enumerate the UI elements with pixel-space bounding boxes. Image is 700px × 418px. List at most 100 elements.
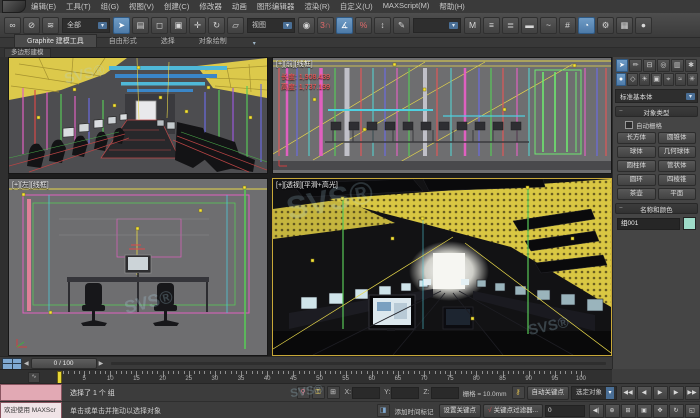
selection-filter-dropdown[interactable]: 全部▾: [62, 18, 110, 33]
tab-graphite-modeling[interactable]: Graphite 建模工具: [14, 34, 97, 47]
modify-tab-icon[interactable]: ✏: [629, 59, 642, 72]
tab-object-paint[interactable]: 对象绘制: [187, 35, 239, 47]
geosphere-button[interactable]: 几何球体: [658, 146, 697, 158]
unlink-selection-icon[interactable]: ⊘: [23, 17, 40, 34]
application-logo-icon[interactable]: [2, 0, 26, 13]
menu-item-maxscript[interactable]: MAXScript(M): [378, 1, 435, 12]
window-crossing-icon[interactable]: ▣: [170, 17, 187, 34]
object-name-field[interactable]: 组001: [617, 218, 680, 230]
cameras-icon[interactable]: ▣: [651, 73, 662, 86]
spinner-snap-toggle-icon[interactable]: ↕: [374, 17, 391, 34]
plane-button[interactable]: 平面: [658, 188, 697, 200]
named-selection-sets-dropdown[interactable]: ▾: [413, 18, 461, 33]
y-coordinate-field[interactable]: [391, 387, 419, 399]
left-viewport[interactable]: [+][左][线框]: [8, 178, 268, 356]
cone-button[interactable]: 圆锥体: [658, 132, 697, 144]
render-setup-icon[interactable]: ⚙: [597, 17, 614, 34]
camera-viewport[interactable]: [8, 57, 268, 174]
set-key-button[interactable]: 设置关键点: [439, 404, 482, 418]
time-slider-next-icon[interactable]: ▶: [99, 360, 104, 367]
menu-item-create[interactable]: 创建(C): [159, 1, 194, 12]
pan-view-icon[interactable]: ✥: [653, 404, 668, 418]
menu-item-views[interactable]: 视图(V): [124, 1, 159, 12]
utilities-tab-icon[interactable]: ✱: [685, 59, 698, 72]
edit-named-selection-sets-icon[interactable]: ✎: [393, 17, 410, 34]
left-viewport-label[interactable]: [+][左][线框]: [12, 180, 49, 190]
front-viewport-label[interactable]: [+][前][线框]: [276, 59, 313, 69]
shapes-icon[interactable]: ◇: [627, 73, 638, 86]
menu-item-customize[interactable]: 自定义(U): [335, 1, 378, 12]
absolute-mode-icon[interactable]: ⊞: [327, 386, 340, 399]
menu-item-group[interactable]: 组(G): [96, 1, 124, 12]
current-frame-field[interactable]: [545, 405, 585, 417]
tab-selection[interactable]: 选择: [149, 35, 187, 47]
menu-item-modifiers[interactable]: 修改器: [194, 1, 227, 12]
auto-key-button[interactable]: 自动关键点: [527, 386, 570, 400]
maximize-viewport-icon[interactable]: ◱: [685, 404, 700, 418]
manage-layers-icon[interactable]: ≣: [502, 17, 519, 34]
key-mode-dropdown[interactable]: 选定对象 ▾: [571, 386, 617, 400]
time-slider-handle[interactable]: 0 / 100: [31, 358, 97, 369]
autogrid-checkbox[interactable]: [625, 121, 633, 129]
viewport-layout-icon[interactable]: [2, 358, 22, 370]
use-pivot-point-center-icon[interactable]: ◉: [298, 17, 315, 34]
previous-key-icon[interactable]: ◀|: [589, 404, 604, 418]
object-color-swatch[interactable]: [683, 217, 696, 230]
selection-lock-icon[interactable]: ⚿: [312, 386, 325, 399]
x-coordinate-field[interactable]: [352, 387, 380, 399]
menu-item-tools[interactable]: 工具(T): [61, 1, 96, 12]
box-button[interactable]: 长方体: [617, 132, 656, 144]
time-slider-track[interactable]: [111, 362, 606, 365]
key-filters-button[interactable]: √关键点过滤器...: [483, 404, 543, 418]
select-and-rotate-icon[interactable]: ↻: [208, 17, 225, 34]
select-object-icon[interactable]: ➤: [113, 17, 130, 34]
cylinder-button[interactable]: 圆柱体: [617, 160, 656, 172]
mirror-icon[interactable]: M: [464, 17, 481, 34]
zoom-all-icon[interactable]: ⊞: [621, 404, 636, 418]
tab-freeform[interactable]: 自由形式: [97, 35, 149, 47]
bind-to-space-warp-icon[interactable]: ≋: [42, 17, 59, 34]
next-frame-icon[interactable]: ▶: [669, 386, 684, 400]
motion-tab-icon[interactable]: ◎: [657, 59, 670, 72]
display-tab-icon[interactable]: ▥: [671, 59, 684, 72]
percent-snap-toggle-icon[interactable]: %: [355, 17, 372, 34]
geometry-icon[interactable]: ●: [616, 73, 627, 86]
reference-coordinate-system-dropdown[interactable]: 视图▾: [247, 18, 295, 33]
timeline-scale[interactable]: 5101520253035404550556065707580859095100: [46, 370, 591, 384]
select-and-link-icon[interactable]: ∞: [4, 17, 21, 34]
hierarchy-tab-icon[interactable]: ⊟: [643, 59, 656, 72]
render-production-icon[interactable]: ●: [635, 17, 652, 34]
sphere-button[interactable]: 球体: [617, 146, 656, 158]
graphite-ribbon-toggle-icon[interactable]: ▬: [521, 17, 538, 34]
ribbon-minimize-icon[interactable]: ▾: [253, 40, 256, 47]
pyramid-button[interactable]: 四棱锥: [658, 174, 697, 186]
object-type-rollout-header[interactable]: − 对象类型: [615, 106, 698, 117]
space-warps-icon[interactable]: ≈: [675, 73, 686, 86]
polygon-modeling-panel[interactable]: 多边形建模: [4, 48, 51, 58]
select-and-move-icon[interactable]: ✛: [189, 17, 206, 34]
time-slider-prev-icon[interactable]: ◀: [24, 360, 29, 367]
isolate-selection-icon[interactable]: ⚲: [297, 386, 310, 399]
mini-curve-editor-icon[interactable]: ∿: [28, 372, 40, 383]
zoom-icon[interactable]: ⊕: [605, 404, 620, 418]
go-to-end-icon[interactable]: ▶▶: [685, 386, 700, 400]
previous-frame-icon[interactable]: ◀: [637, 386, 652, 400]
align-icon[interactable]: ≡: [483, 17, 500, 34]
rectangular-selection-region-icon[interactable]: ◻: [151, 17, 168, 34]
select-and-scale-icon[interactable]: ▱: [227, 17, 244, 34]
curve-editor-icon[interactable]: ~: [540, 17, 557, 34]
snaps-toggle-3d-icon[interactable]: 3∩: [317, 17, 334, 34]
timeline-ruler[interactable]: ∿ 51015202530354045505560657075808590951…: [0, 369, 612, 384]
add-time-tag[interactable]: 添加时间标记: [395, 406, 434, 416]
rendered-frame-window-icon[interactable]: ▦: [616, 17, 633, 34]
angle-snap-toggle-icon[interactable]: ∡: [336, 17, 353, 34]
teapot-button[interactable]: 茶壶: [617, 188, 656, 200]
material-editor-icon[interactable]: ◔: [578, 17, 595, 34]
perspective-viewport[interactable]: [+][透视][平滑+高光]: [272, 178, 612, 356]
create-tab-icon[interactable]: ➤: [616, 59, 629, 72]
go-to-start-icon[interactable]: ◀◀: [621, 386, 636, 400]
play-animation-icon[interactable]: ▶: [653, 386, 668, 400]
tube-button[interactable]: 管状体: [658, 160, 697, 172]
orbit-icon[interactable]: ↻: [669, 404, 684, 418]
menu-item-rendering[interactable]: 渲染(R): [299, 1, 334, 12]
